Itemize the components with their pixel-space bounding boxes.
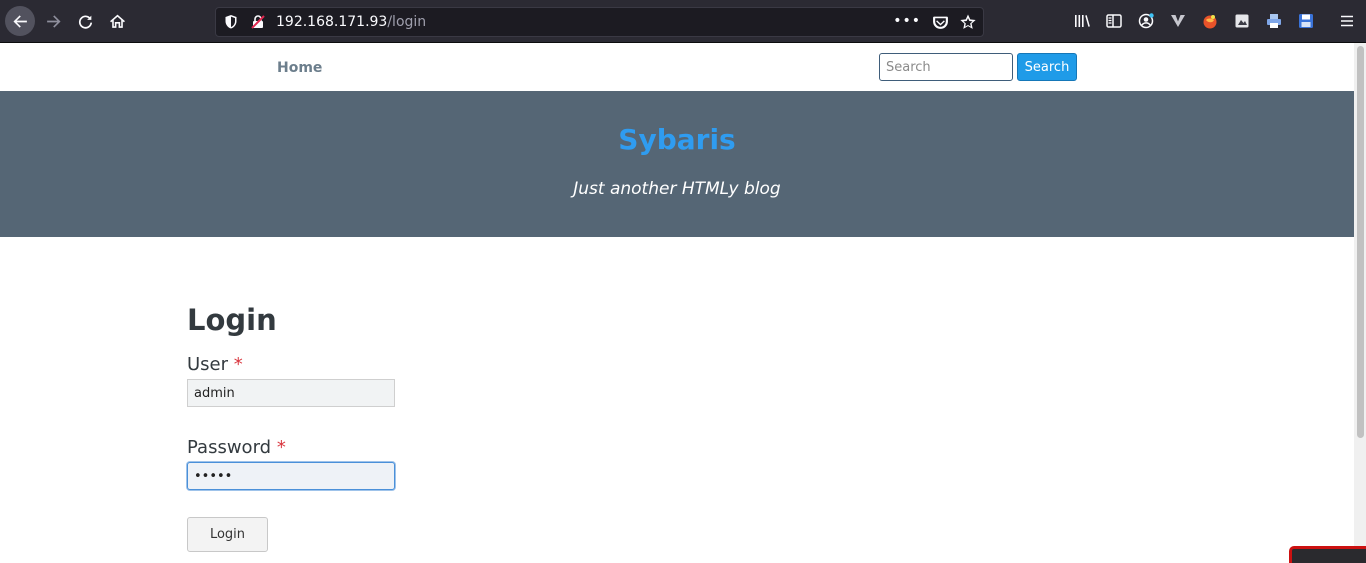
site-header: Sybaris Just another HTMLy blog — [0, 91, 1354, 237]
home-button[interactable] — [103, 7, 131, 35]
back-icon — [12, 14, 27, 28]
menu-icon[interactable] — [1338, 12, 1356, 30]
url-bar[interactable]: 192.168.171.93/login ••• — [215, 7, 984, 37]
search-input[interactable] — [879, 53, 1013, 81]
login-button[interactable]: Login — [187, 517, 268, 552]
password-label: Password * — [187, 437, 286, 458]
screenshot-icon[interactable] — [1233, 12, 1251, 30]
password-label-text: Password — [187, 437, 272, 458]
forward-button[interactable] — [39, 7, 67, 35]
reload-icon — [78, 15, 92, 29]
site-navbar: Home Search — [0, 43, 1354, 91]
shield-icon[interactable] — [223, 14, 239, 30]
required-mark: * — [233, 354, 243, 375]
account-icon[interactable] — [1137, 12, 1155, 30]
url-text[interactable]: 192.168.171.93/login — [276, 14, 426, 30]
page-scrollbar[interactable] — [1354, 43, 1366, 563]
page-actions-more[interactable]: ••• — [893, 13, 921, 29]
password-field[interactable] — [187, 462, 395, 490]
search-button[interactable]: Search — [1017, 53, 1077, 81]
scrollbar-thumb[interactable] — [1357, 46, 1364, 438]
site-tagline: Just another HTMLy blog — [573, 179, 781, 199]
back-button[interactable] — [5, 6, 35, 36]
page-viewport: Home Search Sybaris Just another HTMLy b… — [0, 43, 1354, 563]
user-label: User * — [187, 354, 243, 375]
site-title[interactable]: Sybaris — [0, 123, 1354, 156]
browser-toolbar: 192.168.171.93/login ••• — [0, 0, 1366, 43]
pocket-icon[interactable] — [932, 14, 949, 31]
vpn-icon[interactable] — [1169, 12, 1187, 30]
bookmark-star-icon[interactable] — [959, 13, 977, 31]
library-icon[interactable] — [1073, 12, 1091, 30]
forward-icon — [46, 14, 61, 28]
home-icon — [109, 14, 125, 28]
user-field[interactable] — [187, 379, 395, 407]
extension-icon[interactable] — [1201, 12, 1219, 30]
insecure-lock-icon[interactable] — [250, 14, 266, 30]
required-mark: * — [276, 437, 286, 458]
corner-widget[interactable] — [1289, 546, 1366, 563]
nav-home-link[interactable]: Home — [277, 60, 322, 76]
save-icon[interactable] — [1297, 12, 1315, 30]
printer-icon[interactable] — [1265, 12, 1283, 30]
page-title: Login — [187, 303, 277, 337]
reload-button[interactable] — [71, 7, 99, 35]
sidebar-icon[interactable] — [1105, 12, 1123, 30]
user-label-text: User — [187, 354, 229, 375]
